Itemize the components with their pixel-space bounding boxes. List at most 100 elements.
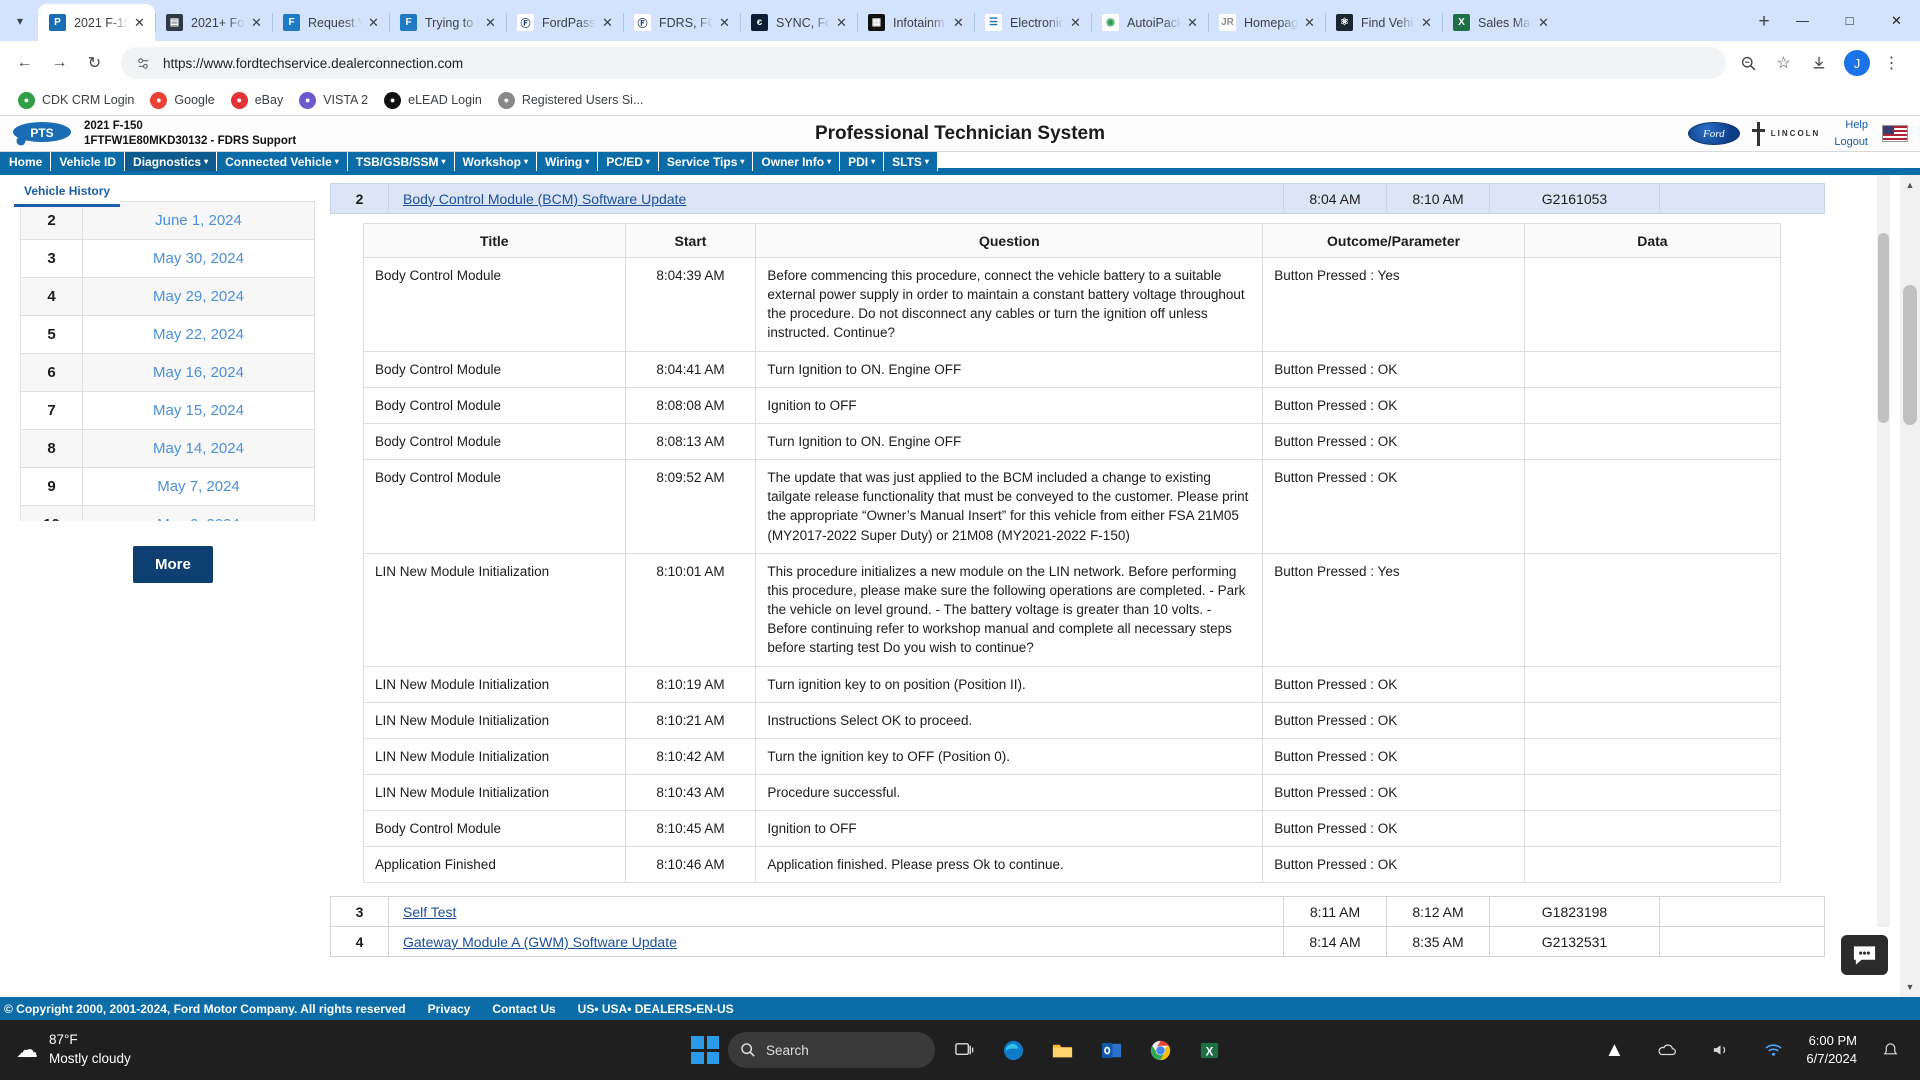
reload-icon[interactable]: ↻ (79, 48, 110, 79)
nav-item-diagnostics[interactable]: Diagnostics▾ (125, 152, 217, 171)
address-bar[interactable]: https://www.fordtechservice.dealerconnec… (121, 47, 1726, 79)
browser-tab[interactable]: ◉AutoiPack✕ (1091, 4, 1208, 41)
list-item[interactable]: 7May 15, 2024 (21, 392, 315, 430)
back-icon[interactable]: ← (9, 48, 40, 79)
scroll-track[interactable] (1900, 195, 1920, 977)
tab-search-icon[interactable]: ▾ (2, 4, 38, 38)
history-date-link[interactable]: May 30, 2024 (153, 250, 244, 267)
browser-tab[interactable]: XSales Man✕ (1442, 4, 1559, 41)
tab-close-icon[interactable]: ✕ (949, 13, 968, 32)
excel-icon[interactable]: X (1189, 1030, 1229, 1070)
session-link[interactable]: Self Test (403, 904, 456, 920)
chat-support-icon[interactable] (1841, 935, 1888, 975)
logout-link[interactable]: Logout (1834, 134, 1868, 151)
list-item[interactable]: 3May 30, 2024 (21, 240, 315, 278)
tab-close-icon[interactable]: ✕ (1066, 13, 1085, 32)
browser-tab[interactable]: ⒻFDRS, FOR✕ (623, 4, 740, 41)
download-icon[interactable] (1803, 48, 1834, 79)
minimize-button[interactable]: — (1779, 0, 1826, 41)
scroll-up-icon[interactable]: ▲ (1900, 175, 1920, 195)
tab-close-icon[interactable]: ✕ (832, 13, 851, 32)
bookmark-item[interactable]: ●eBay (223, 88, 292, 113)
browser-tab[interactable]: JRHomepage✕ (1208, 4, 1325, 41)
browser-tab[interactable]: ☰Electronics✕ (974, 4, 1091, 41)
file-explorer-icon[interactable] (1042, 1030, 1082, 1070)
chevron-up-icon[interactable]: ▲ (1594, 1030, 1634, 1070)
tab-close-icon[interactable]: ✕ (364, 13, 383, 32)
volume-icon[interactable] (1700, 1030, 1740, 1070)
zoom-icon[interactable] (1733, 48, 1764, 79)
notification-icon[interactable] (1870, 1030, 1910, 1070)
nav-item-pdi[interactable]: PDI▾ (840, 152, 884, 171)
browser-tab[interactable]: ⚛Find Vehic✕ (1325, 4, 1442, 41)
history-date-link[interactable]: June 1, 2024 (155, 212, 242, 229)
history-date-link[interactable]: May 6, 2024 (157, 516, 240, 521)
tab-close-icon[interactable]: ✕ (481, 13, 500, 32)
bookmark-item[interactable]: ●VISTA 2 (291, 88, 376, 113)
list-item[interactable]: 5May 22, 2024 (21, 316, 315, 354)
scroll-down-icon[interactable]: ▼ (1900, 977, 1920, 997)
maximize-button[interactable]: □ (1826, 0, 1873, 41)
page-scrollbar[interactable]: ▲ ▼ (1900, 175, 1920, 997)
taskbar-search-box[interactable]: Search (728, 1032, 935, 1068)
forward-icon[interactable]: → (44, 48, 75, 79)
nav-item-slts[interactable]: SLTS▾ (884, 152, 938, 171)
browser-tab[interactable]: P2021 F-150✕ (38, 4, 155, 41)
nav-item-pc-ed[interactable]: PC/ED▾ (598, 152, 659, 171)
session-link[interactable]: Body Control Module (BCM) Software Updat… (403, 191, 686, 207)
nav-item-owner-info[interactable]: Owner Info▾ (753, 152, 840, 171)
scroll-thumb[interactable] (1903, 285, 1917, 425)
tab-vehicle-history[interactable]: Vehicle History (14, 180, 120, 207)
taskbar-clock[interactable]: 6:00 PM 6/7/2024 (1806, 1032, 1857, 1067)
start-button-icon[interactable] (691, 1036, 719, 1064)
bookmark-item[interactable]: ●Registered Users Si... (490, 88, 652, 113)
tab-close-icon[interactable]: ✕ (1534, 13, 1553, 32)
privacy-link[interactable]: Privacy (428, 1002, 471, 1016)
inner-scroll-thumb[interactable] (1878, 233, 1889, 423)
star-icon[interactable]: ☆ (1768, 48, 1799, 79)
history-date-link[interactable]: May 16, 2024 (153, 364, 244, 381)
list-item[interactable]: 2June 1, 2024 (21, 202, 315, 240)
nav-item-workshop[interactable]: Workshop▾ (455, 152, 537, 171)
nav-item-connected-vehicle[interactable]: Connected Vehicle▾ (217, 152, 348, 171)
history-date-link[interactable]: May 7, 2024 (157, 478, 240, 495)
wifi-icon[interactable] (1753, 1030, 1793, 1070)
tab-close-icon[interactable]: ✕ (130, 13, 149, 32)
profile-avatar[interactable]: J (1844, 50, 1870, 76)
history-date-link[interactable]: May 29, 2024 (153, 288, 244, 305)
task-view-icon[interactable] (944, 1030, 984, 1070)
tab-close-icon[interactable]: ✕ (598, 13, 617, 32)
chrome-icon[interactable] (1140, 1030, 1180, 1070)
browser-tab[interactable]: FRequest V✕ (272, 4, 389, 41)
tab-close-icon[interactable]: ✕ (1183, 13, 1202, 32)
nav-item-tsb-gsb-ssm[interactable]: TSB/GSB/SSM▾ (348, 152, 455, 171)
tab-close-icon[interactable]: ✕ (1300, 13, 1319, 32)
site-settings-icon[interactable] (135, 55, 152, 72)
table-row[interactable]: 2 Body Control Module (BCM) Software Upd… (331, 184, 1825, 214)
list-item[interactable]: 9May 7, 2024 (21, 468, 315, 506)
tab-close-icon[interactable]: ✕ (715, 13, 734, 32)
tab-close-icon[interactable]: ✕ (247, 13, 266, 32)
onedrive-icon[interactable] (1647, 1030, 1687, 1070)
bookmark-item[interactable]: ●CDK CRM Login (10, 88, 142, 113)
browser-tab[interactable]: FTrying to h✕ (389, 4, 506, 41)
new-tab-button[interactable]: + (1749, 7, 1779, 37)
close-window-button[interactable]: ✕ (1873, 0, 1920, 41)
nav-item-home[interactable]: Home (0, 152, 51, 171)
list-item[interactable]: 4May 29, 2024 (21, 278, 315, 316)
tab-close-icon[interactable]: ✕ (1417, 13, 1436, 32)
bookmark-item[interactable]: ●Google (142, 88, 222, 113)
history-date-link[interactable]: May 22, 2024 (153, 326, 244, 343)
table-row[interactable]: 4Gateway Module A (GWM) Software Update8… (331, 927, 1825, 957)
list-item[interactable]: 10May 6, 2024 (21, 506, 315, 522)
browser-tab[interactable]: ▤2021+ For✕ (155, 4, 272, 41)
contact-us-link[interactable]: Contact Us (492, 1002, 555, 1016)
edge-icon[interactable] (993, 1030, 1033, 1070)
nav-item-wiring[interactable]: Wiring▾ (537, 152, 598, 171)
nav-item-vehicle-id[interactable]: Vehicle ID (51, 152, 125, 171)
help-link[interactable]: Help (1834, 117, 1868, 134)
session-link[interactable]: Gateway Module A (GWM) Software Update (403, 934, 677, 950)
browser-tab[interactable]: єSYNC, For✕ (740, 4, 857, 41)
list-item[interactable]: 8May 14, 2024 (21, 430, 315, 468)
browser-tab[interactable]: ⒻFordPass A✕ (506, 4, 623, 41)
